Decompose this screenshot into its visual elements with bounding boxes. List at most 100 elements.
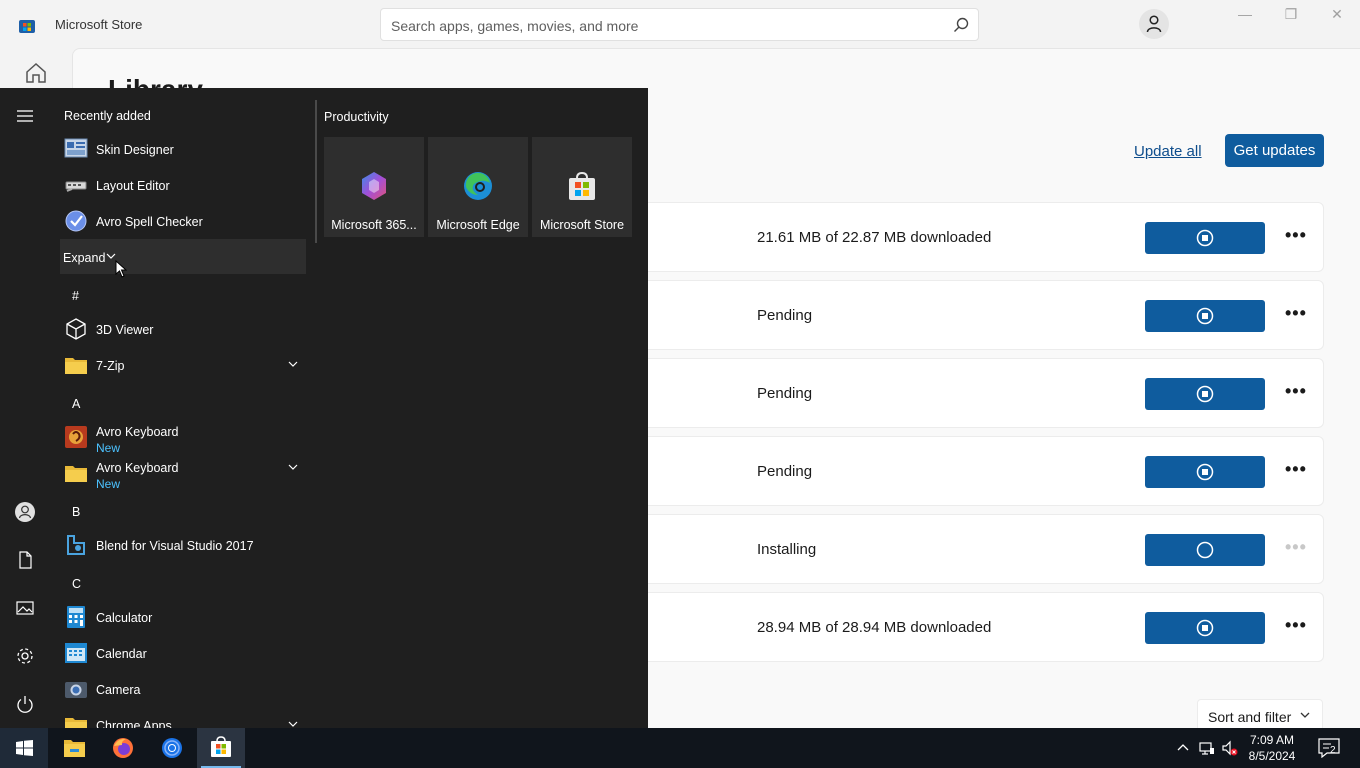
chevron-down-icon[interactable] <box>288 361 298 367</box>
camera-icon <box>65 682 87 698</box>
home-icon[interactable] <box>24 61 48 85</box>
avro-keyboard-icon <box>65 426 87 448</box>
sort-filter-label: Sort and filter <box>1208 709 1292 725</box>
sort-and-filter-button[interactable]: Sort and filter <box>1197 699 1323 731</box>
firefox-icon <box>113 738 133 758</box>
mouse-cursor-icon <box>115 260 127 278</box>
app-item-blend[interactable]: Blend for Visual Studio 2017 <box>60 529 306 561</box>
app-name: Avro Keyboard <box>96 425 179 439</box>
chevron-down-icon[interactable] <box>288 464 298 470</box>
window-title: Microsoft Store <box>55 17 143 32</box>
row-status: Pending <box>757 463 813 480</box>
app-name: Calculator <box>96 611 153 625</box>
new-badge: New <box>96 477 121 491</box>
tile-label: Microsoft 365... <box>331 218 417 232</box>
tile-microsoft-store[interactable]: Microsoft Store <box>532 137 632 237</box>
more-options-button[interactable]: ••• <box>1285 615 1309 639</box>
more-options-button[interactable]: ••• <box>1285 459 1309 483</box>
volume-muted-icon[interactable] <box>1222 740 1238 756</box>
stop-download-button[interactable] <box>1145 300 1265 332</box>
account-button[interactable] <box>1139 9 1169 39</box>
taskbar-chrome[interactable] <box>148 728 196 768</box>
start-menu: Recently added Skin Designer Layout Edit… <box>0 88 648 728</box>
notification-icon <box>1318 738 1340 759</box>
minimize-button[interactable]: — <box>1222 6 1268 28</box>
update-all-link[interactable]: Update all <box>1134 143 1202 160</box>
more-options-button[interactable]: ••• <box>1285 537 1309 561</box>
app-name: Avro Keyboard <box>96 461 179 475</box>
tile-label: Microsoft Edge <box>436 218 520 232</box>
documents-icon[interactable] <box>14 549 36 571</box>
app-item-calendar[interactable]: Calendar <box>60 637 306 669</box>
group-letter[interactable]: # <box>72 289 79 303</box>
app-item-chrome-apps[interactable]: Chrome Apps <box>60 709 306 728</box>
app-item-avro-spell-checker[interactable]: Avro Spell Checker <box>60 205 306 237</box>
app-item-avro-keyboard-folder[interactable]: Avro Keyboard New <box>60 457 306 491</box>
network-icon[interactable] <box>1199 740 1215 756</box>
stop-download-button[interactable] <box>1145 456 1265 488</box>
app-item-3d-viewer[interactable]: 3D Viewer <box>60 313 306 345</box>
3d-viewer-icon <box>66 318 86 340</box>
search-box[interactable]: Search apps, games, movies, and more <box>380 8 979 41</box>
app-item-avro-keyboard[interactable]: Avro Keyboard New <box>60 421 306 455</box>
folder-icon <box>65 718 87 728</box>
app-item-skin-designer[interactable]: Skin Designer <box>60 133 306 165</box>
row-status: Pending <box>757 385 813 402</box>
system-clock[interactable]: 7:09 AM 8/5/2024 <box>1240 732 1304 764</box>
stop-download-button[interactable] <box>1145 612 1265 644</box>
taskbar-firefox[interactable] <box>99 728 147 768</box>
title-bar: Microsoft Store Search apps, games, movi… <box>0 0 1360 48</box>
chevron-down-icon <box>106 253 116 259</box>
search-icon[interactable] <box>952 16 970 34</box>
folder-icon <box>65 358 87 374</box>
chevron-up-icon[interactable] <box>1175 740 1191 756</box>
scrollbar[interactable] <box>315 100 317 243</box>
app-name: Camera <box>96 683 141 697</box>
pictures-icon[interactable] <box>14 597 36 619</box>
stop-download-button[interactable] <box>1145 222 1265 254</box>
app-item-7-zip[interactable]: 7-Zip <box>60 349 306 381</box>
store-app-icon <box>19 20 35 33</box>
start-button[interactable] <box>0 728 48 768</box>
hamburger-menu-icon[interactable] <box>14 105 36 127</box>
power-icon[interactable] <box>14 693 36 715</box>
row-status: 21.61 MB of 22.87 MB downloaded <box>757 229 992 246</box>
more-options-button[interactable]: ••• <box>1285 381 1309 405</box>
stop-download-button[interactable] <box>1145 378 1265 410</box>
search-placeholder[interactable]: Search apps, games, movies, and more <box>391 18 638 34</box>
calculator-icon <box>67 606 85 628</box>
avro-spell-checker-icon <box>65 210 87 232</box>
app-item-calculator[interactable]: Calculator <box>60 601 306 633</box>
taskbar-microsoft-store[interactable] <box>197 728 245 768</box>
action-center-button[interactable]: 2 <box>1318 738 1342 760</box>
installing-button[interactable] <box>1145 534 1265 566</box>
more-options-button[interactable]: ••• <box>1285 225 1309 249</box>
app-name: 7-Zip <box>96 359 125 373</box>
taskbar: 7:09 AM 8/5/2024 2 <box>0 728 1360 768</box>
app-item-camera[interactable]: Camera <box>60 673 306 705</box>
chevron-down-icon[interactable] <box>288 721 298 727</box>
spinner-icon <box>1196 541 1214 559</box>
close-button[interactable]: ✕ <box>1314 6 1360 28</box>
file-explorer-icon <box>64 740 85 757</box>
recently-added-heading: Recently added <box>64 109 151 123</box>
tile-microsoft-365[interactable]: Microsoft 365... <box>324 137 424 237</box>
taskbar-file-explorer[interactable] <box>50 728 98 768</box>
group-letter[interactable]: B <box>72 505 80 519</box>
folder-icon <box>65 466 87 482</box>
settings-gear-icon[interactable] <box>14 645 36 667</box>
expand-button[interactable]: Expand <box>60 239 306 278</box>
expand-label: Expand <box>63 251 106 265</box>
get-updates-button[interactable]: Get updates <box>1225 134 1324 167</box>
tile-microsoft-edge[interactable]: Microsoft Edge <box>428 137 528 237</box>
app-item-layout-editor[interactable]: Layout Editor <box>60 169 306 201</box>
person-icon <box>1146 15 1162 33</box>
more-options-button[interactable]: ••• <box>1285 303 1309 327</box>
restore-button[interactable]: ❐ <box>1268 6 1314 28</box>
user-account-icon[interactable] <box>14 501 36 523</box>
chrome-icon <box>162 738 182 758</box>
group-letter[interactable]: C <box>72 577 81 591</box>
group-letter[interactable]: A <box>72 397 80 411</box>
new-badge: New <box>96 441 121 455</box>
app-name: Avro Spell Checker <box>96 215 203 229</box>
